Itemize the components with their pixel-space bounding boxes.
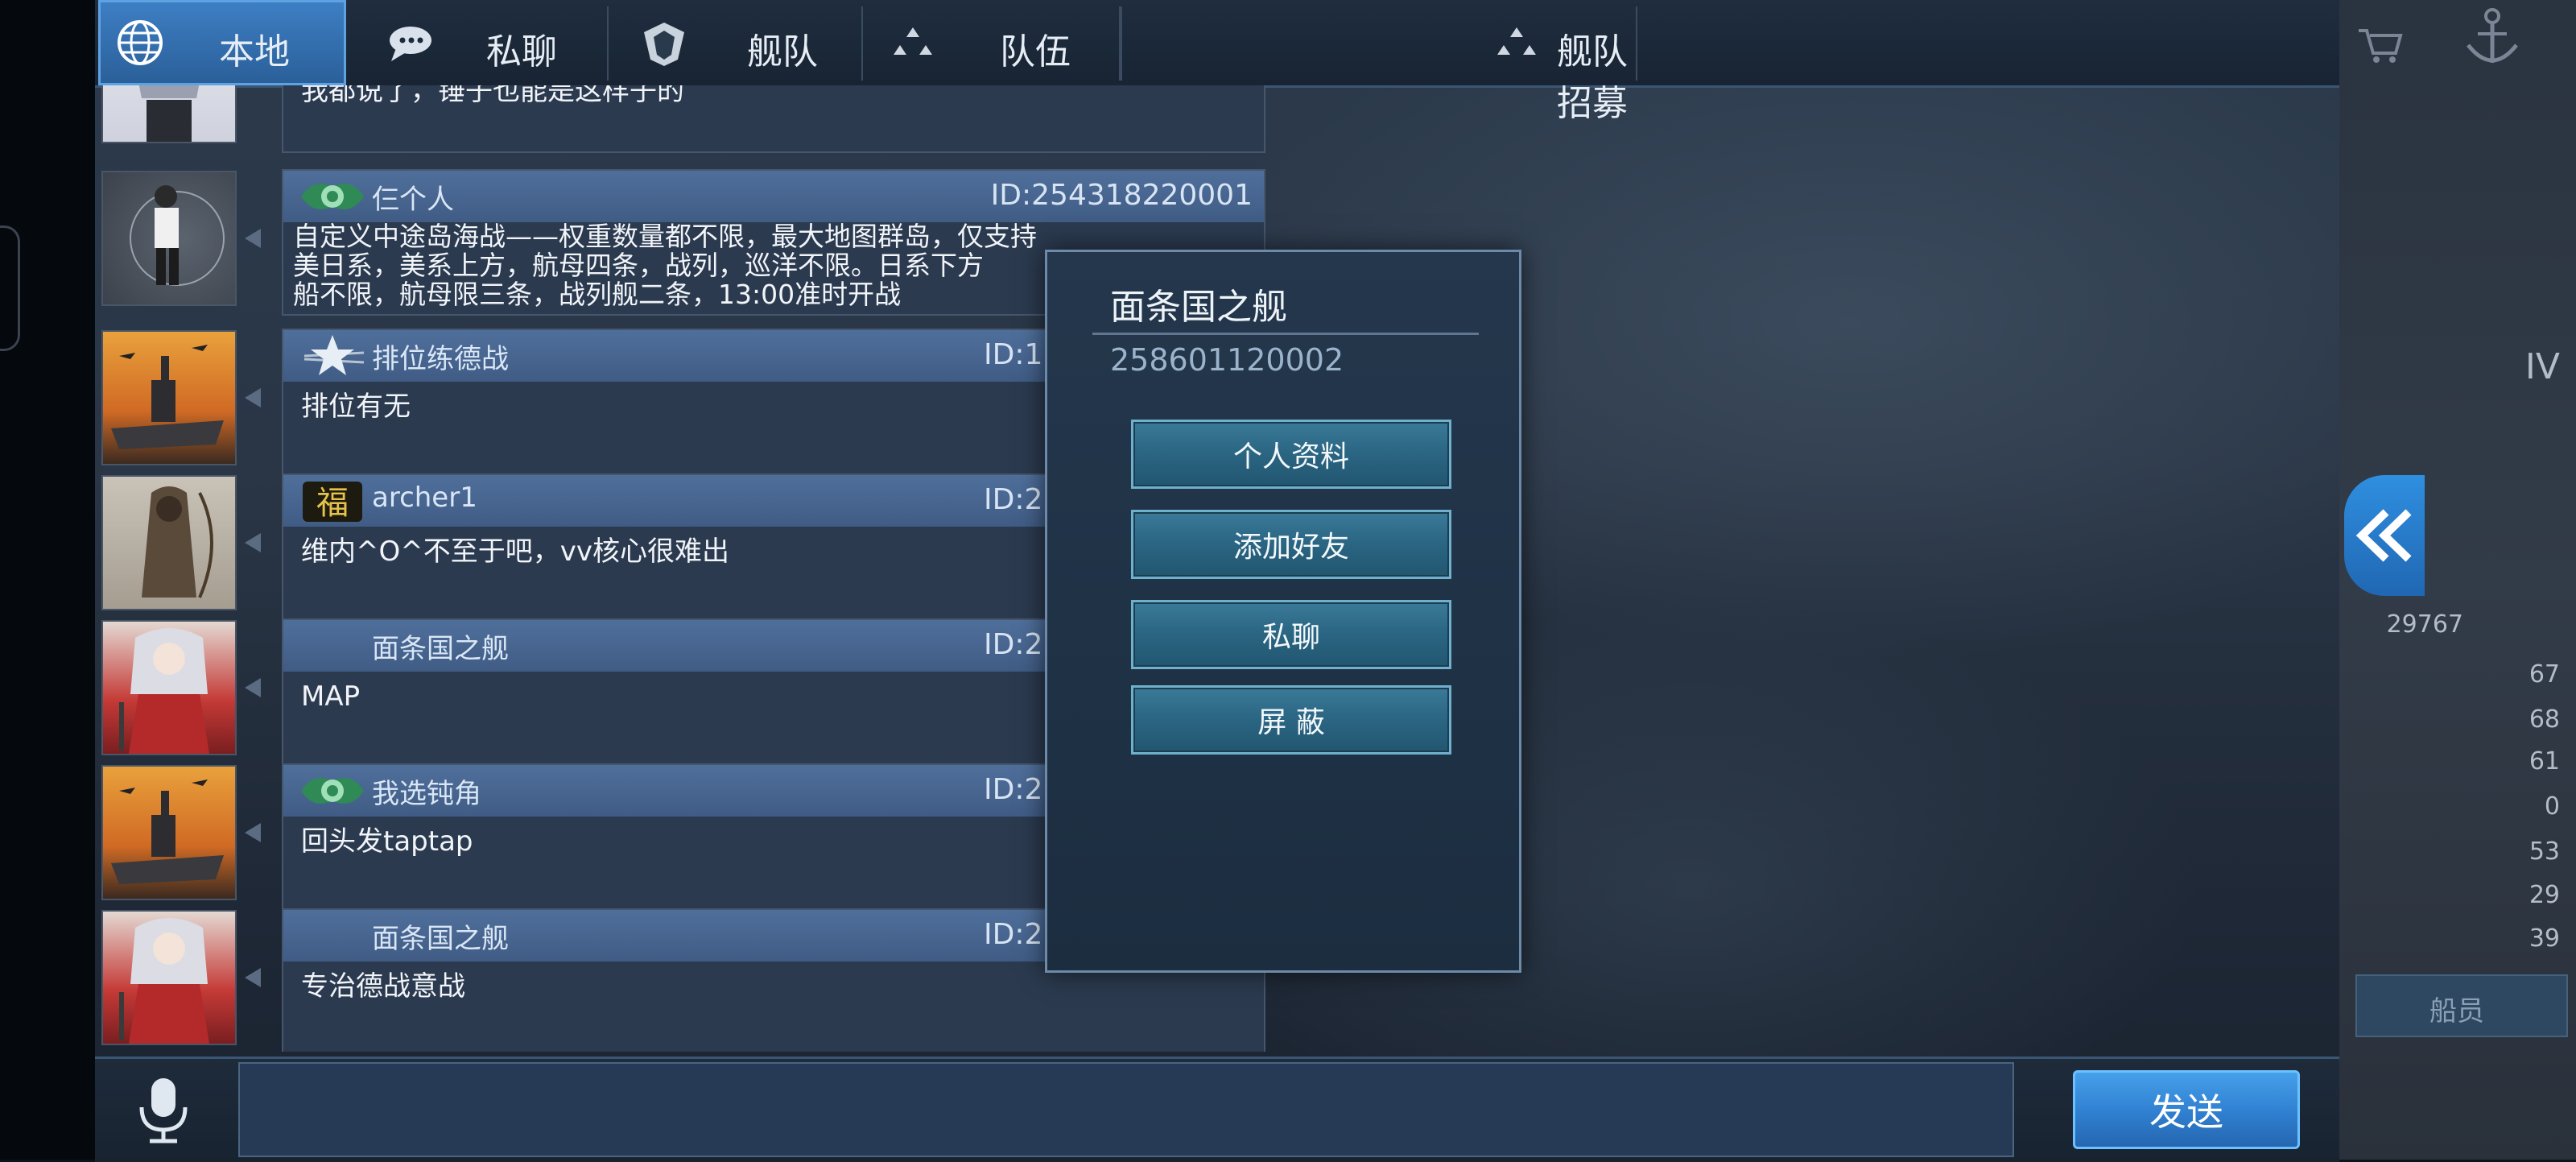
archer-avatar[interactable] [101,475,237,610]
star-badge-icon [303,335,365,375]
battleship-avatar[interactable] [101,330,237,465]
wing-badge-icon [301,778,364,804]
message-text: 排位有无 [301,391,411,423]
message-bubble[interactable]: 我都说了，锤子也能是这样子的 [282,85,1265,153]
speech-bubble-icon [390,27,431,61]
bubble-pointer [245,968,261,987]
stat-value: 61 [2529,747,2560,775]
message-text: 维内^O^不至于吧，vv核心很难出 [301,536,729,568]
tab-label: 私聊 [486,31,557,72]
popup-divider [1092,333,1479,335]
stat-value: 39 [2529,924,2560,953]
sender-name[interactable]: archer1 [372,482,477,514]
tab-label: 舰队 [747,31,818,72]
tab-fleet-recruit[interactable]: 舰队招募 [1122,0,1637,124]
tab-divider [861,6,863,81]
stat-value: 53 [2529,837,2560,866]
anime-warrior-avatar[interactable] [101,620,237,755]
message-text: 自定义中途岛海战——权重数量都不限，最大地图群岛，仅支持 美日系，美系上方，航母… [293,221,1037,310]
tab-divider [1636,6,1637,81]
microphone-icon [139,1078,188,1143]
stat-value: 68 [2529,705,2560,734]
chat-message-input[interactable] [238,1062,2014,1157]
tab-divider [1119,6,1121,81]
stat-value: 67 [2529,660,2560,689]
sender-id: ID:254318220001 [990,179,1253,212]
crew-button-label: 船员 [2429,995,2484,1028]
send-button[interactable]: 发送 [2073,1070,2300,1149]
add-friend-button[interactable]: 添加好友 [1131,510,1451,579]
bubble-pointer [245,229,261,248]
message-header: 仨个人 ID:254318220001 [283,171,1264,222]
popup-player-name: 面条国之舰 [1110,287,1287,328]
team-dots-icon [1497,27,1536,55]
anime-warrior-avatar[interactable] [101,910,237,1045]
voice-input-button[interactable] [127,1073,200,1146]
popup-player-id: 258601120002 [1110,342,1344,378]
sender-id: ID:2 [984,918,1043,951]
tab-team[interactable]: 队伍 [865,0,1119,85]
sender-name[interactable]: 我选钝角 [372,771,481,811]
sender-id: ID:1 [984,338,1043,371]
sender-id: ID:2 [984,628,1043,661]
chat-tab-bar: 本地 私聊 舰队 队伍 舰队招募 [95,0,2339,124]
tab-divider [607,6,609,81]
team-dots-icon [894,27,932,55]
collapse-panel-button[interactable] [2344,475,2425,596]
chat-input-bar: 发送 [95,1057,2339,1162]
wing-badge-icon [301,184,364,209]
sender-name[interactable]: 面条国之舰 [372,916,509,956]
chat-message: 我都说了，锤子也能是这样子的 [95,85,1270,153]
sender-id: ID:2 [984,773,1043,806]
tab-label: 本地 [219,31,290,72]
tab-private-chat[interactable]: 私聊 [361,0,602,85]
bubble-pointer [245,533,261,552]
tab-label: 舰队招募 [1557,31,1628,124]
message-text: 回头发taptap [301,825,473,858]
bubble-pointer [245,388,261,407]
fu-badge-icon: 福 [303,482,362,522]
fleet-emblem-icon [644,23,684,66]
double-chevron-left-icon [2355,509,2412,562]
stat-value: 0 [2544,792,2560,821]
message-text: 我都说了，锤子也能是这样子的 [301,85,684,107]
stat-value: 29 [2529,881,2560,909]
sender-name[interactable]: 面条国之舰 [372,626,509,666]
screen-bezel [0,225,20,351]
block-button[interactable]: 屏 蔽 [1131,685,1451,755]
message-text: MAP [301,680,361,713]
bubble-pointer [245,823,261,842]
sender-id: ID:2 [984,483,1043,516]
anime-girl-avatar[interactable] [101,85,237,143]
anchor-icon[interactable] [2460,6,2524,71]
svg-text:福: 福 [316,485,349,522]
ship-power-value: 29767 [2386,610,2463,639]
character-avatar[interactable] [101,171,237,306]
screen-edge [0,0,95,1160]
ship-tier-label: IV [2524,346,2560,387]
sender-name[interactable]: 仨个人 [372,177,454,217]
crew-button[interactable]: 船员 [2355,974,2568,1037]
globe-icon [118,20,163,65]
tab-label: 队伍 [1000,31,1071,72]
bubble-pointer [245,678,261,697]
battleship-avatar[interactable] [101,765,237,900]
player-action-popup: 面条国之舰 258601120002 个人资料 添加好友 私聊 屏 蔽 [1045,250,1521,973]
tab-local[interactable]: 本地 [98,0,346,85]
profile-button[interactable]: 个人资料 [1131,420,1451,489]
private-chat-button[interactable]: 私聊 [1131,600,1451,669]
message-text: 专治德战意战 [301,970,465,1003]
sender-name[interactable]: 排位练德战 [372,337,509,376]
cart-icon[interactable] [2355,24,2404,64]
tab-fleet[interactable]: 舰队 [610,0,860,85]
